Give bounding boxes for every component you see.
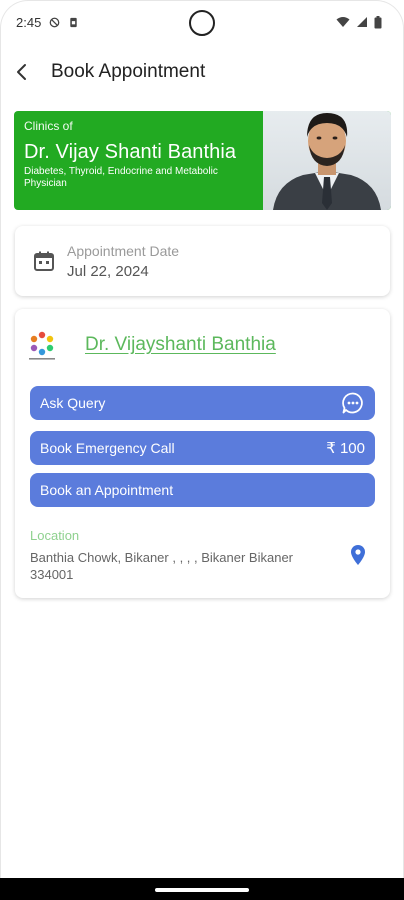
emergency-call-fee: ₹ 100 <box>326 440 365 457</box>
doctor-card: Dr. Vijayshanti Banthia Ask Query Book E… <box>15 309 390 598</box>
ask-query-button[interactable]: Ask Query <box>30 386 375 420</box>
chat-bubble-icon <box>342 392 363 414</box>
signal-icon <box>357 17 367 27</box>
ask-query-label: Ask Query <box>40 395 106 411</box>
app-bar: Book Appointment <box>0 50 404 94</box>
sim-icon <box>70 17 78 27</box>
doctor-banner: Clinics of Dr. Vijay Shanti Banthia Diab… <box>14 111 391 210</box>
emergency-call-label: Book Emergency Call <box>40 440 175 456</box>
doctor-portrait-image <box>273 113 381 210</box>
banner-doctor-name: Dr. Vijay Shanti Banthia <box>24 141 237 163</box>
home-indicator[interactable] <box>155 888 249 892</box>
doctor-name-link[interactable]: Dr. Vijayshanti Banthia <box>85 334 276 356</box>
clinic-logo-icon <box>23 326 61 364</box>
map-pin-icon[interactable] <box>348 544 368 566</box>
status-left: 2:45 <box>16 15 79 30</box>
calendar-icon <box>34 251 54 271</box>
page-title: Book Appointment <box>51 61 206 82</box>
book-appointment-button[interactable]: Book an Appointment <box>30 473 375 507</box>
book-appointment-label: Book an Appointment <box>40 482 174 498</box>
doctor-photo <box>263 111 391 210</box>
do-not-disturb-icon <box>49 17 60 27</box>
phone-screen: 2:45 Book Appointment Clinics of Dr. Vij… <box>0 0 404 900</box>
status-right <box>336 15 382 29</box>
location-address: Banthia Chowk, Bikaner , , , , Bikaner B… <box>30 550 294 582</box>
date-text-group: Appointment Date Jul 22, 2024 <box>67 243 179 280</box>
location-label: Location <box>30 528 80 543</box>
battery-icon <box>374 15 382 28</box>
wifi-icon <box>336 17 350 27</box>
system-navigation-bar <box>0 878 404 900</box>
back-button[interactable] <box>2 52 42 92</box>
chevron-left-icon <box>17 64 26 80</box>
appointment-date-value: Jul 22, 2024 <box>67 262 149 280</box>
book-emergency-call-button[interactable]: Book Emergency Call ₹ 100 <box>30 431 375 465</box>
banner-text: Clinics of Dr. Vijay Shanti Banthia Diab… <box>14 111 263 210</box>
front-camera <box>189 10 215 36</box>
doctor-card-header: Dr. Vijayshanti Banthia <box>15 309 390 381</box>
banner-specialization: Diabetes, Thyroid, Endocrine and Metabol… <box>24 166 218 189</box>
appointment-date-label: Appointment Date <box>67 242 180 259</box>
appointment-date-card[interactable]: Appointment Date Jul 22, 2024 <box>15 226 390 296</box>
banner-clinics-label: Clinics of <box>24 119 73 133</box>
status-time: 2:45 <box>16 14 42 30</box>
